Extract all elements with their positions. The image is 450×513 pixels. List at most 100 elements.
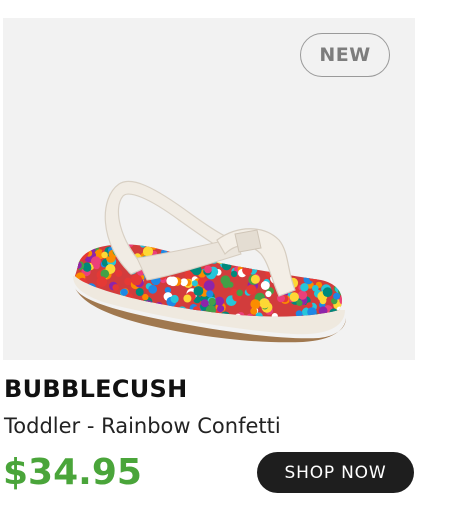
confetti-dot xyxy=(250,274,260,284)
confetti-dot xyxy=(287,244,294,252)
confetti-dot xyxy=(324,244,331,245)
confetti-dot xyxy=(297,247,306,256)
confetti-dot xyxy=(230,270,238,278)
confetti-dot xyxy=(322,287,333,298)
confetti-dot xyxy=(161,235,167,241)
confetti-dot xyxy=(326,232,334,240)
product-price: $34.95 xyxy=(3,452,142,493)
confetti-dot xyxy=(314,235,321,242)
confetti-dot xyxy=(253,256,264,267)
confetti-dot xyxy=(145,244,155,245)
product-card[interactable]: NEW BUBBLECUSH Toddler - Rainbow Confett… xyxy=(0,0,450,513)
confetti-dot xyxy=(317,247,328,259)
confetti-dot xyxy=(340,267,342,279)
confetti-dot xyxy=(142,293,149,301)
confetti-dot xyxy=(241,251,252,261)
confetti-dot xyxy=(90,256,101,267)
confetti-dot xyxy=(96,276,108,288)
confetti-dot xyxy=(184,270,193,279)
confetti-dot xyxy=(265,290,272,298)
confetti-dot xyxy=(291,264,298,271)
confetti-dot xyxy=(337,248,342,255)
confetti-dot xyxy=(206,290,214,298)
confetti-dot xyxy=(333,244,342,250)
confetti-dot xyxy=(204,265,212,274)
confetti-dot xyxy=(161,244,172,250)
confetti-dot xyxy=(112,284,119,291)
confetti-dot xyxy=(193,286,204,296)
confetti-dot xyxy=(168,276,178,287)
confetti-dot xyxy=(287,234,295,242)
confetti-dot xyxy=(241,251,252,262)
confetti-dot xyxy=(260,281,270,290)
confetti-dot xyxy=(214,296,225,306)
product-subtitle[interactable]: Toddler - Rainbow Confetti xyxy=(4,414,281,438)
confetti-dot xyxy=(75,315,79,317)
confetti-dot xyxy=(184,233,193,242)
confetti-dot xyxy=(246,249,258,261)
confetti-dot xyxy=(242,265,253,276)
confetti-dot xyxy=(335,245,342,254)
confetti-dot xyxy=(333,292,341,300)
confetti-dot xyxy=(339,272,342,279)
confetti-dot xyxy=(332,269,342,281)
confetti-dot xyxy=(75,244,85,255)
confetti-dot xyxy=(250,299,261,309)
confetti-dot xyxy=(124,277,132,286)
confetti-dot xyxy=(90,244,98,249)
confetti-dot xyxy=(73,235,81,243)
confetti-dot xyxy=(120,288,128,296)
confetti-dot xyxy=(313,262,321,270)
confetti-dot xyxy=(135,288,144,296)
confetti-dot xyxy=(344,251,352,259)
confetti-dot xyxy=(101,251,108,259)
confetti-dot xyxy=(217,305,225,313)
confetti-dot xyxy=(221,260,232,271)
confetti-dot xyxy=(203,280,215,292)
confetti-dot xyxy=(304,236,310,242)
confetti-dot xyxy=(322,265,333,276)
confetti-dot xyxy=(339,233,345,239)
confetti-dot xyxy=(329,259,339,270)
confetti-dot xyxy=(337,257,342,264)
confetti-dot xyxy=(328,256,340,268)
confetti-dot xyxy=(173,244,182,249)
confetti-dot xyxy=(236,289,243,297)
confetti-dot xyxy=(305,257,313,265)
confetti-dot xyxy=(293,251,304,263)
confetti-dot xyxy=(75,261,82,269)
confetti-dot xyxy=(87,244,95,245)
confetti-dot xyxy=(191,280,198,287)
confetti-dot xyxy=(259,298,270,309)
confetti-dot xyxy=(94,313,105,317)
confetti-dot xyxy=(286,233,296,243)
confetti-dot xyxy=(290,268,297,275)
confetti-dot xyxy=(148,284,158,294)
confetti-dot xyxy=(312,285,319,292)
confetti-dot xyxy=(338,276,342,285)
confetti-dot xyxy=(331,272,342,283)
confetti-dot xyxy=(227,281,234,288)
confetti-dot xyxy=(115,269,123,277)
confetti-dot xyxy=(180,278,188,287)
confetti-dot xyxy=(91,308,98,315)
product-brand[interactable]: BUBBLECUSH xyxy=(4,375,188,403)
confetti-dot xyxy=(300,283,309,292)
confetti-dot xyxy=(246,284,257,295)
confetti-dot xyxy=(83,262,91,271)
confetti-dot xyxy=(313,272,322,280)
confetti-dot xyxy=(75,248,83,257)
confetti-dot xyxy=(139,244,146,248)
confetti-dot xyxy=(337,261,342,268)
confetti-dot xyxy=(200,299,209,308)
new-badge: NEW xyxy=(300,33,390,77)
confetti-dot xyxy=(333,277,340,284)
confetti-dot xyxy=(75,249,79,256)
shop-now-button[interactable]: SHOP NOW xyxy=(257,452,414,493)
confetti-dot xyxy=(183,294,192,303)
confetti-dot xyxy=(307,267,316,276)
confetti-dot xyxy=(341,234,351,244)
confetti-dot xyxy=(154,244,165,246)
confetti-dot xyxy=(309,273,318,282)
confetti-dot xyxy=(170,294,179,304)
